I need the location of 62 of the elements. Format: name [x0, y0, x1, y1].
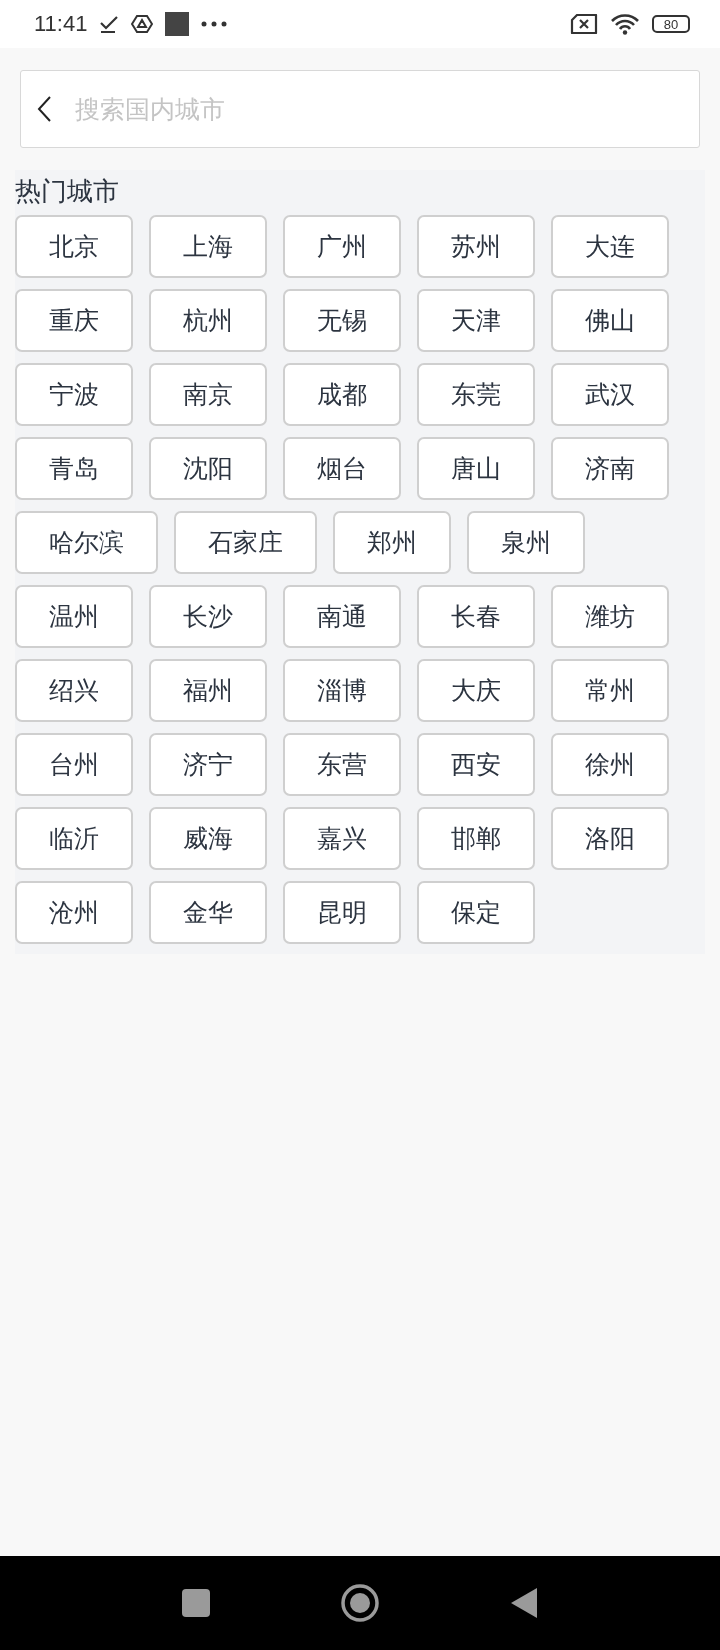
city-button[interactable]: 南京 [149, 363, 267, 426]
city-button[interactable]: 杭州 [149, 289, 267, 352]
city-button[interactable]: 临沂 [15, 807, 133, 870]
city-button[interactable]: 嘉兴 [283, 807, 401, 870]
city-button[interactable]: 沧州 [15, 881, 133, 944]
city-button[interactable]: 武汉 [551, 363, 669, 426]
city-button[interactable]: 唐山 [417, 437, 535, 500]
triangle-icon [131, 14, 154, 34]
back-icon[interactable] [37, 96, 51, 122]
city-button[interactable]: 长春 [417, 585, 535, 648]
home-icon[interactable] [340, 1583, 380, 1623]
city-button[interactable]: 潍坊 [551, 585, 669, 648]
city-button[interactable]: 西安 [417, 733, 535, 796]
city-button[interactable]: 青岛 [15, 437, 133, 500]
city-button[interactable]: 广州 [283, 215, 401, 278]
city-button[interactable]: 东营 [283, 733, 401, 796]
city-button[interactable]: 常州 [551, 659, 669, 722]
no-sim-icon [570, 14, 598, 34]
city-button[interactable]: 上海 [149, 215, 267, 278]
city-button[interactable]: 石家庄 [174, 511, 317, 574]
search-field[interactable]: 搜索国内城市 [20, 70, 700, 148]
city-button[interactable]: 福州 [149, 659, 267, 722]
back-triangle-icon[interactable] [510, 1587, 538, 1619]
city-button[interactable]: 北京 [15, 215, 133, 278]
city-button[interactable]: 温州 [15, 585, 133, 648]
city-button[interactable]: 泉州 [467, 511, 585, 574]
section-title: 热门城市 [15, 175, 120, 208]
city-button[interactable]: 南通 [283, 585, 401, 648]
city-button[interactable]: 成都 [283, 363, 401, 426]
more-icon [201, 21, 228, 27]
city-button[interactable]: 郑州 [333, 511, 451, 574]
city-button[interactable]: 哈尔滨 [15, 511, 158, 574]
city-button[interactable]: 金华 [149, 881, 267, 944]
city-button[interactable]: 宁波 [15, 363, 133, 426]
city-button[interactable]: 长沙 [149, 585, 267, 648]
city-button[interactable]: 邯郸 [417, 807, 535, 870]
city-button[interactable]: 沈阳 [149, 437, 267, 500]
city-button[interactable]: 佛山 [551, 289, 669, 352]
city-button[interactable]: 大庆 [417, 659, 535, 722]
city-button[interactable]: 保定 [417, 881, 535, 944]
city-button[interactable]: 无锡 [283, 289, 401, 352]
city-button[interactable]: 东莞 [417, 363, 535, 426]
download-done-icon [99, 14, 120, 34]
city-button[interactable]: 重庆 [15, 289, 133, 352]
city-button[interactable]: 济宁 [149, 733, 267, 796]
city-button[interactable]: 台州 [15, 733, 133, 796]
city-button[interactable]: 大连 [551, 215, 669, 278]
city-button[interactable]: 徐州 [551, 733, 669, 796]
city-button[interactable]: 淄博 [283, 659, 401, 722]
city-button[interactable]: 烟台 [283, 437, 401, 500]
square-icon [165, 12, 190, 36]
city-button[interactable]: 绍兴 [15, 659, 133, 722]
city-button[interactable]: 洛阳 [551, 807, 669, 870]
time: 11:41 [34, 11, 88, 37]
city-button[interactable]: 威海 [149, 807, 267, 870]
search-input[interactable]: 搜索国内城市 [73, 93, 683, 125]
city-button[interactable]: 济南 [551, 437, 669, 500]
battery-level: 80 [652, 15, 690, 33]
city-button[interactable]: 昆明 [283, 881, 401, 944]
city-button[interactable]: 天津 [417, 289, 535, 352]
city-button[interactable]: 苏州 [417, 215, 535, 278]
wifi-icon [610, 13, 640, 35]
